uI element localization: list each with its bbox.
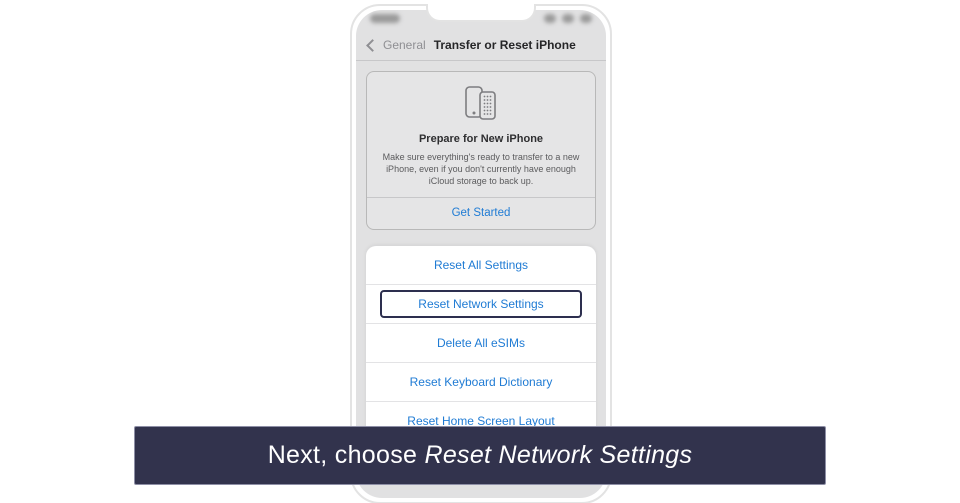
- reset-option-keyboard-dictionary[interactable]: Reset Keyboard Dictionary: [366, 362, 596, 401]
- prepare-description: Make sure everything's ready to transfer…: [381, 151, 581, 187]
- transfer-devices-icon: [459, 86, 503, 120]
- status-battery-blur: [580, 14, 592, 23]
- caption-prefix: Next, choose: [268, 441, 425, 469]
- nav-back-label[interactable]: General: [383, 38, 426, 52]
- prepare-title: Prepare for New iPhone: [377, 133, 585, 145]
- iphone-notch: [426, 4, 536, 22]
- caption-emphasis: Reset Network Settings: [424, 441, 692, 469]
- nav-bar: General Transfer or Reset iPhone: [356, 32, 606, 61]
- status-signal-blur: [544, 14, 556, 23]
- get-started-button[interactable]: Get Started: [377, 198, 585, 221]
- settings-content: Prepare for New iPhone Make sure everyth…: [356, 61, 606, 479]
- status-time-blur: [370, 14, 400, 23]
- iphone-screen: General Transfer or Reset iPhone: [356, 10, 606, 498]
- back-chevron-icon[interactable]: [366, 39, 379, 52]
- reset-option-network-settings[interactable]: Reset Network Settings: [366, 284, 596, 323]
- nav-title: Transfer or Reset iPhone: [434, 38, 576, 52]
- reset-option-all-settings[interactable]: Reset All Settings: [366, 246, 596, 284]
- reset-option-delete-esims[interactable]: Delete All eSIMs: [366, 323, 596, 362]
- instruction-caption: Next, choose Reset Network Settings: [134, 426, 826, 485]
- figure: General Transfer or Reset iPhone: [0, 0, 960, 503]
- prepare-card: Prepare for New iPhone Make sure everyth…: [366, 71, 596, 230]
- status-wifi-blur: [562, 14, 574, 23]
